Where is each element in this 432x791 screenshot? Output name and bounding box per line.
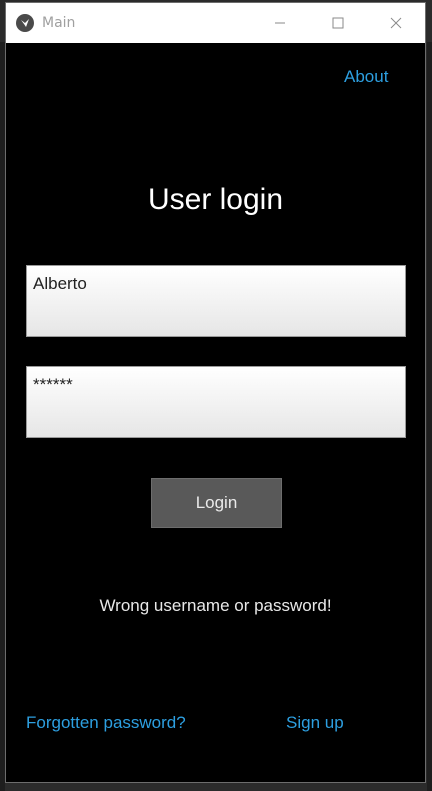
username-input[interactable]: Alberto xyxy=(26,265,406,337)
forgotten-password-link[interactable]: Forgotten password? xyxy=(26,713,186,733)
sign-up-link[interactable]: Sign up xyxy=(286,713,344,733)
window-title: Main xyxy=(42,15,76,31)
about-link[interactable]: About xyxy=(344,67,388,87)
username-value: Alberto xyxy=(33,274,87,293)
maximize-button[interactable] xyxy=(309,3,367,43)
window-controls xyxy=(251,3,425,43)
app-window: Main About User login Alberto ****** Log… xyxy=(5,2,426,783)
login-screen: About User login Alberto ****** Login Wr… xyxy=(6,43,425,782)
close-button[interactable] xyxy=(367,3,425,43)
error-message: Wrong username or password! xyxy=(99,596,332,615)
background-window-edge-right xyxy=(427,42,432,791)
page-title: User login xyxy=(147,183,284,216)
login-button[interactable]: Login xyxy=(151,478,282,528)
maximize-icon xyxy=(332,17,344,29)
title-bar[interactable]: Main xyxy=(6,3,425,43)
minimize-button[interactable] xyxy=(251,3,309,43)
close-icon xyxy=(390,17,402,29)
app-icon xyxy=(16,14,34,32)
password-input[interactable]: ****** xyxy=(26,366,406,438)
password-value: ****** xyxy=(33,375,73,394)
minimize-icon xyxy=(275,22,285,24)
